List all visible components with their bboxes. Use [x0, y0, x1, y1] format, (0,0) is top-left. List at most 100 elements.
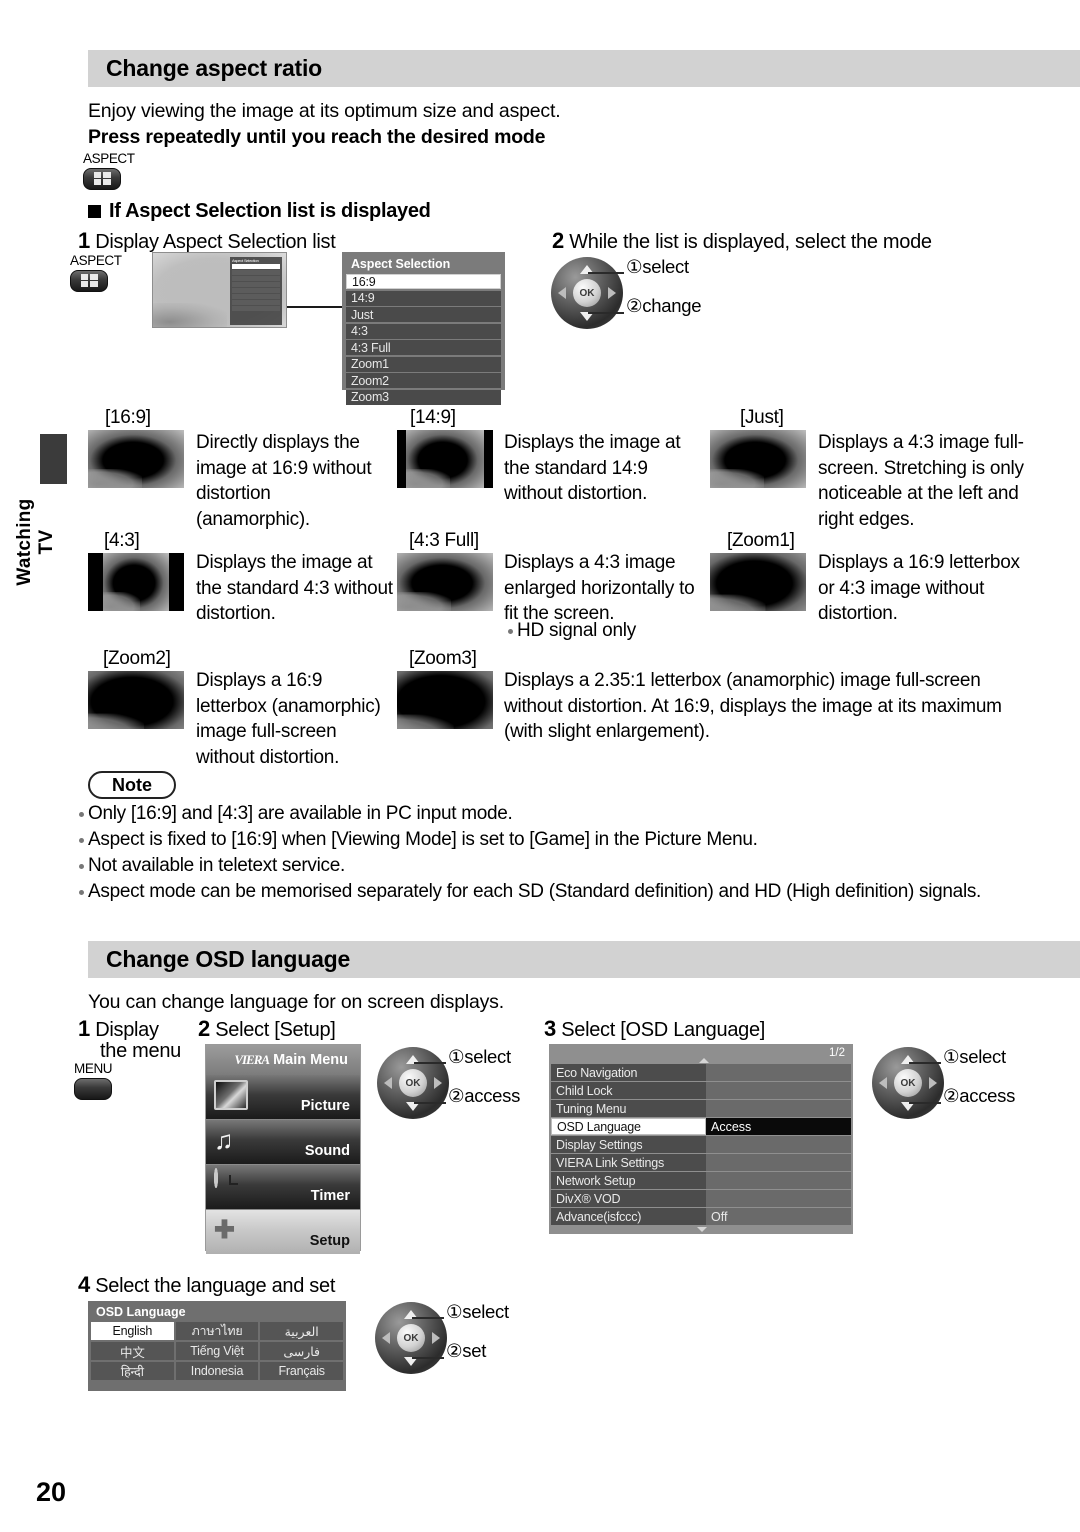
aspect-option-14-9[interactable]: 14:9	[346, 290, 501, 306]
aspect-intro: Enjoy viewing the image at its optimum s…	[88, 100, 561, 122]
note-badge: Note	[88, 771, 176, 799]
mode-thumb-4-3-full	[397, 553, 493, 611]
dpad-aspect[interactable]: OK	[551, 257, 623, 329]
page-number: 20	[36, 1477, 67, 1507]
aspect-step1-text: Display Aspect Selection list	[95, 231, 336, 253]
aspect-selection-panel: Aspect Selection 16:9 14:9 Just 4:3 4:3 …	[342, 252, 505, 405]
setup-row-key: Eco Navigation	[551, 1064, 706, 1081]
aspect-subhead: If Aspect Selection list is displayed	[109, 200, 431, 222]
dpad-right-icon-2[interactable]	[434, 1077, 442, 1089]
dpad-right-icon[interactable]	[608, 287, 616, 299]
dpad-right-icon-3[interactable]	[929, 1077, 937, 1089]
main-menu-item-timer[interactable]: Timer	[206, 1165, 360, 1209]
setup-row-divx-vod[interactable]: DivX® VOD	[551, 1190, 851, 1207]
setup-row-display-settings[interactable]: Display Settings	[551, 1136, 851, 1153]
setup-row-key: Network Setup	[551, 1172, 706, 1189]
aspect-option-zoom3[interactable]: Zoom3	[346, 389, 501, 405]
aspect-option-zoom1[interactable]: Zoom1	[346, 356, 501, 372]
aspect-option-zoom2[interactable]: Zoom2	[346, 373, 501, 388]
dpad-left-icon[interactable]	[558, 287, 566, 299]
osd-step2-text: Select [Setup]	[215, 1019, 336, 1041]
mode-desc-zoom2: Displays a 16:9 letterbox (anamorphic) i…	[196, 670, 381, 768]
timer-icon	[214, 1168, 248, 1200]
aspect-step2-num: 2	[552, 228, 564, 253]
ok-button-4[interactable]: OK	[397, 1324, 425, 1352]
menu-remote-button[interactable]: MENU	[74, 1061, 113, 1100]
language-option-vietnamese[interactable]: Tiếng Việt	[175, 1342, 259, 1360]
picture-icon	[214, 1080, 248, 1110]
language-option-persian[interactable]: فارسی	[260, 1342, 344, 1360]
osd-step1-line2-wrap: the menu	[100, 1040, 181, 1063]
aspect-key-2[interactable]	[70, 269, 108, 292]
dpad-osd-language[interactable]: OK	[872, 1047, 944, 1119]
language-option-thai[interactable]: ภาษาไทย	[175, 1322, 259, 1340]
osd-step1-line1: Display	[95, 1019, 159, 1041]
aspect-callout-select: ①select	[626, 256, 689, 277]
main-menu-label-sound: Sound	[304, 1143, 350, 1159]
mode-desc-16-9: Directly displays the image at 16:9 with…	[196, 432, 372, 530]
mode-desc-4-3-full: Displays a 4:3 image enlarged horizontal…	[504, 552, 695, 624]
section-title-osd: Change OSD language	[106, 946, 351, 972]
callout-line-access-2	[414, 1102, 446, 1104]
main-menu-label-timer: Timer	[310, 1188, 350, 1204]
dpad-setup[interactable]: OK	[377, 1047, 449, 1119]
setup-menu-panel: 1/2 Eco Navigation Child Lock Tuning Men…	[549, 1044, 853, 1234]
setup-row-value	[706, 1100, 851, 1117]
osd-step1-line2: the menu	[100, 1040, 181, 1062]
chevron-up-icon[interactable]	[699, 1058, 709, 1063]
dpad-language[interactable]: OK	[375, 1302, 447, 1374]
menu-button-label: MENU	[74, 1061, 113, 1076]
setup-menu-top: 1/2	[551, 1046, 851, 1064]
osd-step1-num: 1	[78, 1016, 90, 1041]
language-option-indonesia[interactable]: Indonesia	[175, 1362, 259, 1380]
setup-row-key: Advance(isfccc)	[551, 1208, 706, 1225]
setup-row-tuning-menu[interactable]: Tuning Menu	[551, 1100, 851, 1117]
ok-button[interactable]: OK	[573, 279, 601, 307]
setup-row-viera-link-settings[interactable]: VIERA Link Settings	[551, 1154, 851, 1171]
aspect-option-just[interactable]: Just	[346, 307, 501, 322]
ok-button-2[interactable]: OK	[399, 1069, 427, 1097]
mode-tag-16-9: [16:9]	[105, 407, 151, 428]
chevron-down-icon[interactable]	[697, 1227, 707, 1232]
osd-language-title: OSD Language	[96, 1305, 186, 1319]
dpad-left-icon-2[interactable]	[384, 1077, 392, 1089]
main-menu-label-setup: Setup	[309, 1233, 350, 1249]
dpad-left-icon-4[interactable]	[382, 1332, 390, 1344]
aspect-option-16-9[interactable]: 16:9	[346, 274, 501, 289]
setup-row-network-setup[interactable]: Network Setup	[551, 1172, 851, 1189]
osd-step3-callout-select: ①select	[943, 1046, 1006, 1067]
mode-desc-4-3: Displays the image at the standard 4:3 w…	[196, 552, 393, 624]
main-menu-item-sound[interactable]: ♫ Sound	[206, 1120, 360, 1164]
mode-desc-zoom3: Displays a 2.35:1 letterbox (anamorphic)…	[504, 670, 1002, 742]
language-option-hindi[interactable]: हिन्दी	[91, 1362, 174, 1380]
aspect-key[interactable]	[83, 167, 121, 190]
main-menu-item-setup[interactable]: ✚ Setup	[206, 1210, 360, 1254]
setup-row-advance-isfccc[interactable]: Advance(isfccc) Off	[551, 1208, 851, 1225]
dpad-left-icon-3[interactable]	[879, 1077, 887, 1089]
setup-row-child-lock[interactable]: Child Lock	[551, 1082, 851, 1099]
mode-tag-4-3-full: [4:3 Full]	[409, 530, 479, 551]
setup-row-key: VIERA Link Settings	[551, 1154, 706, 1171]
aspect-remote-button-step1[interactable]: ASPECT	[70, 254, 122, 292]
ok-button-3[interactable]: OK	[894, 1069, 922, 1097]
osd-step3-text: Select [OSD Language]	[561, 1019, 766, 1041]
language-option-chinese[interactable]: 中文	[91, 1342, 174, 1360]
aspect-remote-button-top[interactable]: ASPECT	[83, 152, 135, 190]
osd-step2-callout-access: ②access	[448, 1085, 521, 1106]
aspect-option-4-3-full[interactable]: 4:3 Full	[346, 340, 501, 355]
dpad-right-icon-4[interactable]	[432, 1332, 440, 1344]
language-option-arabic[interactable]: العربية	[260, 1322, 344, 1340]
mode-thumb-zoom1	[710, 553, 806, 611]
language-option-french[interactable]: Français	[260, 1362, 344, 1380]
note-bullet-3-icon	[79, 864, 84, 869]
main-menu-item-picture[interactable]: Picture	[206, 1075, 360, 1119]
hd-note-bullet-icon	[508, 629, 513, 634]
language-option-english[interactable]: English	[91, 1322, 174, 1340]
setup-row-eco-navigation[interactable]: Eco Navigation	[551, 1064, 851, 1081]
osd-step4-num: 4	[78, 1272, 90, 1297]
aspect-option-4-3[interactable]: 4:3	[346, 323, 501, 339]
setup-row-osd-language[interactable]: OSD Language Access	[551, 1118, 851, 1135]
section-title-aspect: Change aspect ratio	[106, 55, 323, 81]
menu-key[interactable]	[74, 1077, 112, 1100]
setup-row-key: DivX® VOD	[551, 1190, 706, 1207]
